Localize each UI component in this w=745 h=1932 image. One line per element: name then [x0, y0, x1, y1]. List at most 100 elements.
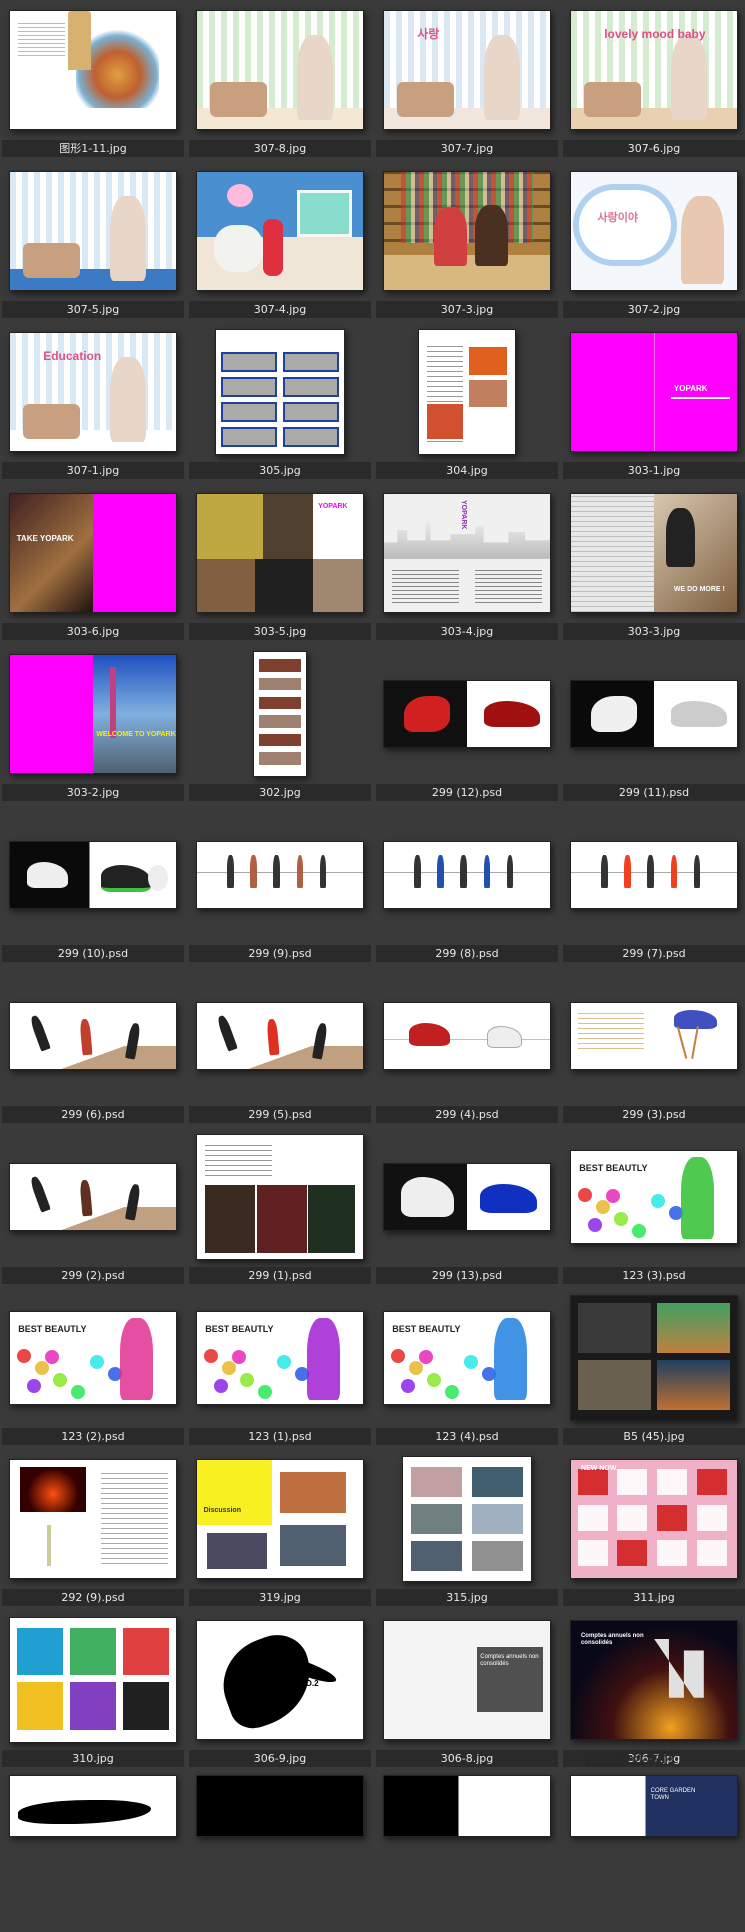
thumbnail-image[interactable]: NEW NOW: [570, 1459, 738, 1579]
thumbnail-image[interactable]: [253, 651, 307, 777]
thumbnail-image[interactable]: [215, 329, 345, 455]
thumbnail-image[interactable]: [9, 1459, 177, 1579]
thumbnail-frame[interactable]: [187, 1771, 373, 1837]
thumbnail-image[interactable]: BEST BEAUTLY: [570, 1150, 738, 1244]
thumbnail-image[interactable]: [196, 1775, 364, 1837]
thumbnail-image[interactable]: Discussion: [196, 1459, 364, 1579]
file-item[interactable]: 사랑이야 307-2.jpg: [561, 161, 745, 322]
thumbnail-image[interactable]: [383, 841, 551, 909]
thumbnail-frame[interactable]: YOPARK: [561, 322, 745, 462]
thumbnail-image[interactable]: [196, 171, 364, 291]
file-item[interactable]: 307-4.jpg: [187, 161, 373, 322]
file-item[interactable]: YOPARK 303-4.jpg: [374, 483, 560, 644]
thumbnail-image[interactable]: [196, 841, 364, 909]
file-item[interactable]: BEST BEAUTLY 123 (1).psd: [187, 1288, 373, 1449]
thumbnail-frame[interactable]: [0, 161, 186, 301]
file-item[interactable]: Comptes annuels non consolidés 306-8.jpg: [374, 1610, 560, 1771]
thumbnail-frame[interactable]: [187, 0, 373, 140]
file-item[interactable]: [0, 1771, 186, 1932]
thumbnail-image[interactable]: BEST BEAUTLY: [196, 1311, 364, 1405]
file-item[interactable]: 299 (1).psd: [187, 1127, 373, 1288]
file-item[interactable]: 307-3.jpg: [374, 161, 560, 322]
file-item[interactable]: WE DO MORE ! 303-3.jpg: [561, 483, 745, 644]
thumbnail-image[interactable]: CORE GARDEN TOWN: [570, 1775, 738, 1837]
thumbnail-image[interactable]: [402, 1456, 532, 1582]
thumbnail-frame[interactable]: TAKE YOPARK: [0, 483, 186, 623]
file-item[interactable]: Education 307-1.jpg: [0, 322, 186, 483]
thumbnail-frame[interactable]: [374, 322, 560, 462]
thumbnail-image[interactable]: [196, 1134, 364, 1260]
file-item[interactable]: 307-8.jpg: [187, 0, 373, 161]
thumbnail-frame[interactable]: NEW NOW: [561, 1449, 745, 1589]
file-item[interactable]: CORE GARDEN TOWN: [561, 1771, 745, 1932]
thumbnail-image[interactable]: [383, 171, 551, 291]
thumbnail-frame[interactable]: Education: [0, 322, 186, 462]
thumbnail-image[interactable]: NO.2: [196, 1620, 364, 1740]
thumbnail-frame[interactable]: [187, 161, 373, 301]
thumbnail-frame[interactable]: 사랑: [374, 0, 560, 140]
thumbnail-frame[interactable]: [187, 322, 373, 462]
thumbnail-frame[interactable]: BEST BEAUTLY: [374, 1288, 560, 1428]
thumbnail-frame[interactable]: [187, 1127, 373, 1267]
thumbnail-frame[interactable]: WE DO MORE !: [561, 483, 745, 623]
file-item[interactable]: 299 (2).psd: [0, 1127, 186, 1288]
thumbnail-frame[interactable]: [0, 966, 186, 1106]
thumbnail-frame[interactable]: YOPARK: [374, 483, 560, 623]
thumbnail-image[interactable]: 사랑: [383, 10, 551, 130]
thumbnail-image[interactable]: [383, 1002, 551, 1070]
file-item[interactable]: 299 (7).psd: [561, 805, 745, 966]
file-item[interactable]: 305.jpg: [187, 322, 373, 483]
thumbnail-image[interactable]: Comptes annuels non consolidés: [383, 1620, 551, 1740]
file-item[interactable]: 302.jpg: [187, 644, 373, 805]
thumbnail-image[interactable]: [383, 1163, 551, 1231]
thumbnail-image[interactable]: [9, 1617, 177, 1743]
file-item[interactable]: 299 (9).psd: [187, 805, 373, 966]
file-item[interactable]: 307-5.jpg: [0, 161, 186, 322]
thumbnail-frame[interactable]: [374, 1127, 560, 1267]
file-item[interactable]: 299 (13).psd: [374, 1127, 560, 1288]
thumbnail-image[interactable]: TAKE YOPARK: [9, 493, 177, 613]
thumbnail-frame[interactable]: [561, 644, 745, 784]
thumbnail-frame[interactable]: [374, 966, 560, 1106]
file-item[interactable]: 315.jpg: [374, 1449, 560, 1610]
thumbnail-frame[interactable]: 사랑이야: [561, 161, 745, 301]
thumbnail-frame[interactable]: [374, 1771, 560, 1837]
thumbnail-image[interactable]: Education: [9, 332, 177, 452]
thumbnail-image[interactable]: [570, 1002, 738, 1070]
thumbnail-frame[interactable]: [374, 161, 560, 301]
thumbnail-image[interactable]: [196, 1002, 364, 1070]
thumbnail-image[interactable]: 사랑이야: [570, 171, 738, 291]
thumbnail-image[interactable]: BEST BEAUTLY: [383, 1311, 551, 1405]
file-item[interactable]: BEST BEAUTLY 123 (3).psd: [561, 1127, 745, 1288]
thumbnail-image[interactable]: lovely mood baby: [570, 10, 738, 130]
thumbnail-frame[interactable]: BEST BEAUTLY: [561, 1127, 745, 1267]
file-item[interactable]: 299 (11).psd: [561, 644, 745, 805]
thumbnail-frame[interactable]: Comptes annuels non consolidés: [374, 1610, 560, 1750]
file-item[interactable]: BEST BEAUTLY 123 (2).psd: [0, 1288, 186, 1449]
thumbnail-image[interactable]: [9, 841, 177, 909]
thumbnail-image[interactable]: [9, 1163, 177, 1231]
file-item[interactable]: BEST BEAUTLY 123 (4).psd: [374, 1288, 560, 1449]
file-item[interactable]: 310.jpg: [0, 1610, 186, 1771]
file-item[interactable]: 299 (12).psd: [374, 644, 560, 805]
file-item[interactable]: [374, 1771, 560, 1932]
thumbnail-frame[interactable]: [0, 1610, 186, 1750]
thumbnail-frame[interactable]: [187, 966, 373, 1106]
thumbnail-image[interactable]: WELCOME TO YOPARK: [9, 654, 177, 774]
thumbnail-frame[interactable]: [561, 805, 745, 945]
file-item[interactable]: NEW NOW 311.jpg: [561, 1449, 745, 1610]
thumbnail-frame[interactable]: Comptes annuels non consolidés: [561, 1610, 745, 1750]
file-item[interactable]: 299 (10).psd: [0, 805, 186, 966]
file-item[interactable]: [187, 1771, 373, 1932]
file-item[interactable]: 299 (4).psd: [374, 966, 560, 1127]
file-item[interactable]: NO.2 306-9.jpg: [187, 1610, 373, 1771]
thumbnail-frame[interactable]: [187, 644, 373, 784]
thumbnail-frame[interactable]: BEST BEAUTLY: [187, 1288, 373, 1428]
thumbnail-image[interactable]: YOPARK: [383, 493, 551, 613]
thumbnail-frame[interactable]: [374, 644, 560, 784]
thumbnail-frame[interactable]: [0, 1449, 186, 1589]
thumbnail-frame[interactable]: lovely mood baby: [561, 0, 745, 140]
thumbnail-frame[interactable]: [374, 805, 560, 945]
file-item[interactable]: 图形1-11.jpg: [0, 0, 186, 161]
file-item[interactable]: YOPARK 303-1.jpg: [561, 322, 745, 483]
